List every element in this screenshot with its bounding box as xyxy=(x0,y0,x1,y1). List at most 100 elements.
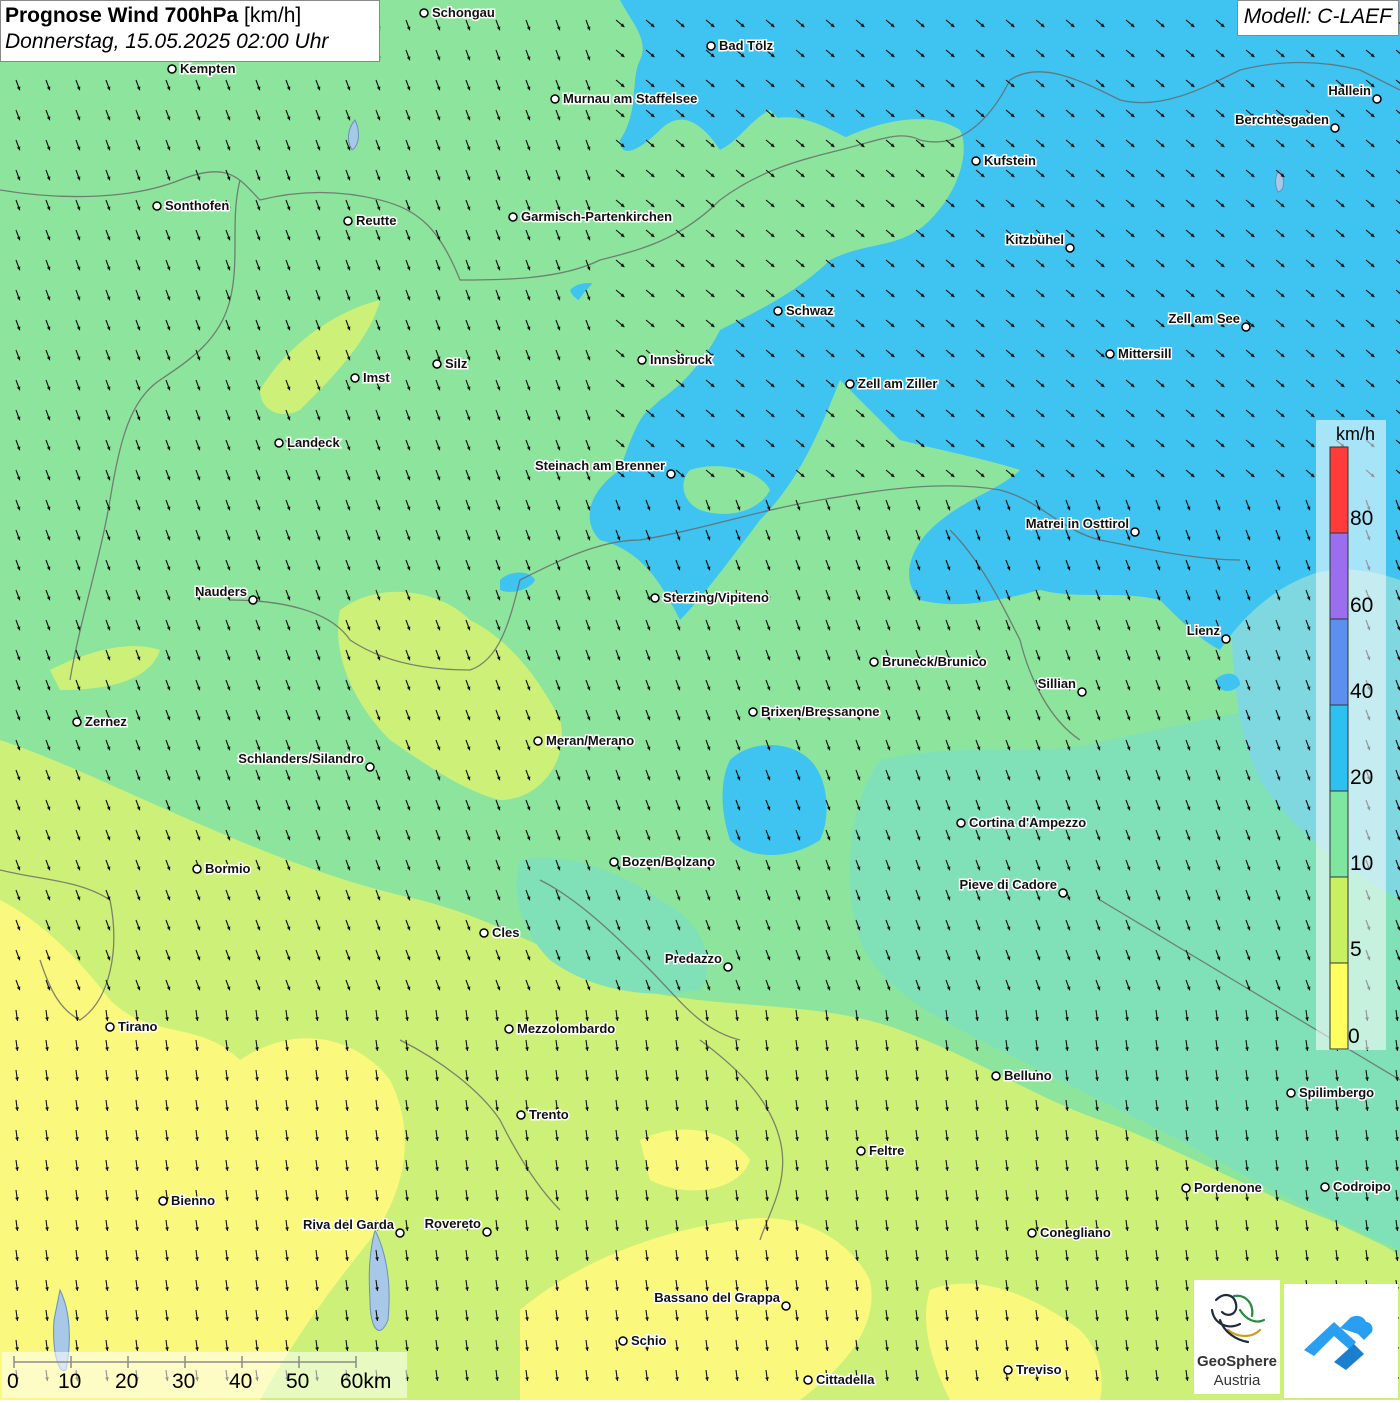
city-label: Sterzing/Vipiteno xyxy=(663,590,769,605)
city-marker xyxy=(609,857,619,867)
city-label: Meran/Merano xyxy=(546,733,634,748)
geosphere-logo[interactable]: GeoSphere Austria xyxy=(1194,1280,1280,1394)
city-label: Innsbruck xyxy=(650,352,713,367)
city-label: Zell am Ziller xyxy=(858,376,937,391)
scale-label: 40 xyxy=(229,1370,253,1393)
city-marker xyxy=(533,736,543,746)
map-title-unit: [km/h] xyxy=(244,4,302,27)
city-label: Riva del Garda xyxy=(303,1217,395,1232)
scale-label: 30 xyxy=(172,1370,196,1393)
city-label: Conegliano xyxy=(1040,1225,1111,1240)
city-marker xyxy=(432,359,442,369)
wind-map[interactable]: Schongau Bad Tölz Kempten Murnau am Staffel… xyxy=(0,0,1400,1400)
city-label: Kufstein xyxy=(984,153,1036,168)
city-label: Schlanders/Silandro xyxy=(238,751,364,766)
city-label: Cortina d'Ampezzo xyxy=(969,815,1086,830)
city-marker xyxy=(1003,1365,1013,1375)
city-marker xyxy=(343,216,353,226)
city-label: Spilimbergo xyxy=(1299,1085,1374,1100)
city-marker xyxy=(991,1071,1001,1081)
city-marker xyxy=(1058,888,1068,898)
model-label: Modell: C-LAEF xyxy=(1236,0,1399,36)
city-marker xyxy=(1221,634,1231,644)
scale-label: 50 xyxy=(286,1370,310,1393)
city-label: Pieve di Cadore xyxy=(959,877,1057,892)
city-marker xyxy=(419,8,429,18)
city-label: Predazzo xyxy=(665,951,722,966)
city-marker xyxy=(1181,1183,1191,1193)
city-marker xyxy=(706,41,716,51)
legend-swatch xyxy=(1329,704,1349,792)
geosphere-logo-line2: Austria xyxy=(1213,1372,1261,1389)
city-label: Schongau xyxy=(432,5,495,20)
city-label: Kitzbühel xyxy=(1006,232,1065,247)
city-marker xyxy=(650,593,660,603)
legend-swatch xyxy=(1329,532,1349,620)
city-marker xyxy=(350,373,360,383)
legend-label: 10 xyxy=(1350,852,1374,875)
scale-label: 20 xyxy=(115,1370,139,1393)
city-label: Mezzolombardo xyxy=(517,1021,615,1036)
city-marker xyxy=(1320,1182,1330,1192)
geosphere-logo-line1: GeoSphere xyxy=(1196,1353,1278,1370)
city-marker xyxy=(748,707,758,717)
city-label: Hallein xyxy=(1328,83,1371,98)
city-marker xyxy=(516,1110,526,1120)
city-marker xyxy=(666,469,676,479)
city-marker xyxy=(773,306,783,316)
city-marker xyxy=(618,1336,628,1346)
city-marker xyxy=(365,762,375,772)
legend-swatch xyxy=(1329,446,1349,534)
city-marker xyxy=(158,1196,168,1206)
city-marker xyxy=(856,1146,866,1156)
city-label: Matrei in Osttirol xyxy=(1026,516,1129,531)
city-label: Sonthofen xyxy=(165,198,229,213)
city-marker xyxy=(395,1228,405,1238)
legend-unit: km/h xyxy=(1336,424,1376,444)
city-label: Codroipo xyxy=(1333,1179,1391,1194)
city-marker xyxy=(479,928,489,938)
city-marker xyxy=(550,94,560,104)
city-label: Silz xyxy=(445,356,468,371)
legend-label: 80 xyxy=(1350,507,1374,530)
city-marker xyxy=(167,64,177,74)
city-marker xyxy=(869,657,879,667)
scale-label: 10 xyxy=(58,1370,82,1393)
map-title: Prognose Wind 700hPa [km/h] xyxy=(5,4,302,27)
city-label: Reutte xyxy=(356,213,396,228)
app-logo[interactable] xyxy=(1284,1284,1398,1398)
city-label: Schwaz xyxy=(786,303,834,318)
city-marker xyxy=(105,1022,115,1032)
city-marker xyxy=(637,355,647,365)
city-label: Bienno xyxy=(171,1193,215,1208)
legend-label: 60 xyxy=(1350,594,1374,617)
city-marker xyxy=(845,379,855,389)
app-mountain-icon xyxy=(1304,1315,1373,1370)
legend-label: 0 xyxy=(1348,1025,1360,1048)
city-marker xyxy=(1286,1088,1296,1098)
city-label: Bormio xyxy=(205,861,251,876)
city-label: Feltre xyxy=(869,1143,904,1158)
city-label: Tirano xyxy=(118,1019,158,1034)
city-marker xyxy=(971,156,981,166)
legend-swatch xyxy=(1329,790,1349,878)
city-marker xyxy=(1330,123,1340,133)
city-marker xyxy=(803,1375,813,1385)
city-marker xyxy=(781,1301,791,1311)
city-label: Brixen/Bressanone xyxy=(761,704,880,719)
legend-label: 20 xyxy=(1350,766,1374,789)
map-forecast-date: Donnerstag, 15.05.2025 02:00 Uhr xyxy=(5,30,329,53)
city-marker xyxy=(1065,243,1075,253)
city-label: Bozen/Bolzano xyxy=(622,854,715,869)
city-label: Bad Tölz xyxy=(719,38,774,53)
city-label: Steinach am Brenner xyxy=(535,458,665,473)
city-marker xyxy=(723,962,733,972)
city-label: Landeck xyxy=(287,435,341,450)
map-title-box: Prognose Wind 700hPa [km/h] Donnerstag, … xyxy=(0,0,380,62)
city-marker xyxy=(1105,349,1115,359)
city-label: Bassano del Grappa xyxy=(654,1290,780,1305)
legend-swatch xyxy=(1329,876,1349,964)
city-label: Schio xyxy=(631,1333,666,1348)
city-marker xyxy=(72,717,82,727)
city-marker xyxy=(192,864,202,874)
